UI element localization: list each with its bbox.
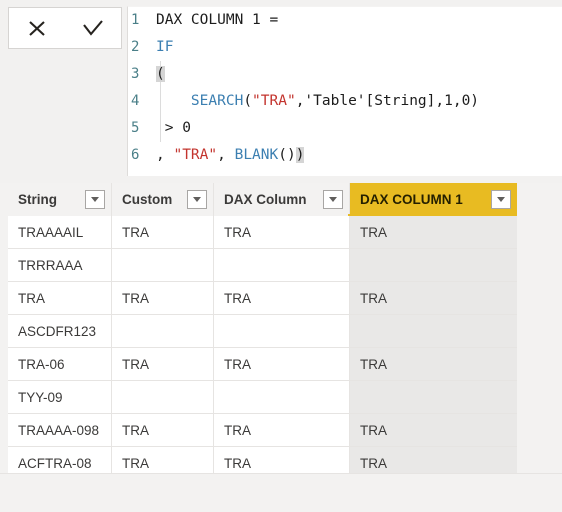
table-row[interactable]: TRA-06 TRA TRA TRA — [8, 348, 517, 381]
chevron-down-icon[interactable] — [323, 190, 343, 209]
code-token: ) — [295, 147, 305, 163]
table-cell[interactable] — [350, 315, 517, 348]
table-row[interactable]: TRA TRA TRA TRA — [8, 282, 517, 315]
table-cell[interactable] — [112, 381, 214, 414]
code-token: ( — [156, 66, 165, 82]
table-cell[interactable]: TRAAAA-098 — [8, 414, 112, 447]
table-cell[interactable] — [112, 315, 214, 348]
column-header-label: DAX Column — [224, 192, 307, 207]
formula-commit-buttons — [8, 7, 122, 49]
column-header[interactable]: DAX COLUMN 1 — [350, 183, 517, 216]
table-cell[interactable]: TRA — [214, 348, 350, 381]
code-text: > 0 — [156, 115, 191, 142]
table-row[interactable]: TYY-09 — [8, 381, 517, 414]
code-text: , "TRA", BLANK()) — [156, 142, 305, 169]
code-text: ( — [156, 61, 165, 88]
code-token: () — [278, 147, 296, 163]
table-cell[interactable]: TYY-09 — [8, 381, 112, 414]
dax-formula-input[interactable]: 1 DAX COLUMN 1 = 2 IF 3(4 SEARCH("TRA",'Tabl… — [127, 6, 562, 176]
table-cell[interactable]: TRA — [350, 348, 517, 381]
code-token: ( — [243, 93, 253, 109]
code-token: > 0 — [156, 120, 191, 136]
code-line[interactable]: 3( — [128, 61, 562, 88]
table-row[interactable]: ASCDFR123 — [8, 315, 517, 348]
code-token: IF — [156, 39, 174, 55]
column-header-label: String — [18, 192, 57, 207]
line-number: 2 — [131, 39, 140, 55]
code-token: , — [217, 147, 235, 163]
power-bi-dax-editor: 1 DAX COLUMN 1 = 2 IF 3(4 SEARCH("TRA",'Tabl… — [0, 0, 562, 512]
chevron-down-icon[interactable] — [85, 190, 105, 209]
column-header-label: DAX COLUMN 1 — [360, 192, 463, 207]
commit-button[interactable] — [65, 8, 121, 48]
formula-bar-region: 1 DAX COLUMN 1 = 2 IF 3(4 SEARCH("TRA",'Tabl… — [0, 0, 562, 180]
table-cell[interactable]: TRA-06 — [8, 348, 112, 381]
table-cell[interactable]: TRA — [350, 282, 517, 315]
table-cell[interactable]: TRA — [112, 348, 214, 381]
code-token: "TRA" — [173, 147, 218, 163]
column-header-label: Custom — [122, 192, 173, 207]
chevron-down-icon[interactable] — [491, 190, 511, 209]
table-cell[interactable] — [112, 249, 214, 282]
dax-code-lines: 1 DAX COLUMN 1 = 2 IF 3(4 SEARCH("TRA",'Tabl… — [128, 7, 562, 169]
grid-body: TRAAAAIL TRA TRA TRA TRRRAAA TRA TRA TRA TRA ASCD… — [8, 216, 517, 480]
table-cell[interactable]: TRA — [112, 414, 214, 447]
code-token: ,'Table'[String],1,0) — [295, 93, 480, 109]
checkmark-icon — [81, 17, 105, 39]
close-icon — [26, 17, 48, 39]
table-cell[interactable]: TRA — [8, 282, 112, 315]
table-cell[interactable] — [350, 249, 517, 282]
line-number: 6 — [131, 147, 140, 163]
code-token: DAX COLUMN 1 = — [156, 12, 279, 28]
table-cell[interactable]: ASCDFR123 — [8, 315, 112, 348]
table-cell[interactable]: TRA — [350, 414, 517, 447]
code-line[interactable]: 5 > 0 — [128, 115, 562, 142]
code-token: BLANK — [234, 147, 279, 163]
column-header[interactable]: DAX Column — [214, 183, 350, 216]
caret-glyph — [193, 197, 201, 202]
table-cell[interactable] — [350, 381, 517, 414]
table-cell[interactable] — [214, 249, 350, 282]
column-header[interactable]: Custom — [112, 183, 214, 216]
code-line[interactable]: 6, "TRA", BLANK()) — [128, 142, 562, 169]
line-number: 1 — [131, 12, 140, 28]
table-cell[interactable]: TRA — [112, 282, 214, 315]
code-text: SEARCH("TRA",'Table'[String],1,0) — [156, 88, 479, 115]
code-line[interactable]: 4 SEARCH("TRA",'Table'[String],1,0) — [128, 88, 562, 115]
line-number: 3 — [131, 66, 140, 82]
table-row[interactable]: TRAAAAIL TRA TRA TRA — [8, 216, 517, 249]
caret-glyph — [91, 197, 99, 202]
grid-header-row: String Custom DAX Column DAX COLUMN 1 — [8, 183, 517, 216]
bottom-empty-pane — [0, 473, 562, 512]
line-number: 5 — [131, 120, 140, 136]
table-cell[interactable]: TRA — [214, 282, 350, 315]
code-text: DAX COLUMN 1 = — [156, 7, 278, 34]
table-cell[interactable]: TRA — [214, 414, 350, 447]
table-cell[interactable]: TRRRAAA — [8, 249, 112, 282]
table-cell[interactable]: TRAAAAIL — [8, 216, 112, 249]
table-cell[interactable]: TRA — [350, 216, 517, 249]
table-row[interactable]: TRRRAAA — [8, 249, 517, 282]
data-grid: String Custom DAX Column DAX COLUMN 1 TRAAA… — [0, 183, 562, 482]
code-line[interactable]: 2 IF — [128, 34, 562, 61]
code-token: SEARCH — [190, 93, 244, 109]
code-line[interactable]: 1 DAX COLUMN 1 = — [128, 7, 562, 34]
column-header[interactable]: String — [8, 183, 112, 216]
cancel-button[interactable] — [9, 8, 65, 48]
table-cell[interactable]: TRA — [112, 216, 214, 249]
table-cell[interactable] — [214, 381, 350, 414]
table-row[interactable]: TRAAAA-098 TRA TRA TRA — [8, 414, 517, 447]
caret-glyph — [329, 197, 337, 202]
table-cell[interactable] — [214, 315, 350, 348]
code-token: , — [156, 147, 174, 163]
code-text: IF — [156, 34, 173, 61]
line-number: 4 — [131, 93, 140, 109]
caret-glyph — [497, 197, 505, 202]
chevron-down-icon[interactable] — [187, 190, 207, 209]
code-token: "TRA" — [252, 93, 296, 109]
table-cell[interactable]: TRA — [214, 216, 350, 249]
